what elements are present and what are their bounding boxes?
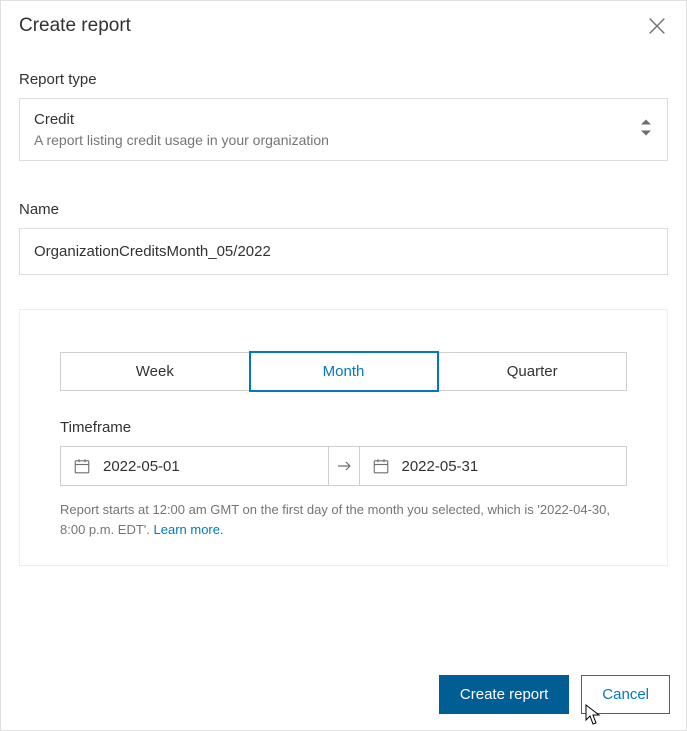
- timeframe-hint-text: Report starts at 12:00 am GMT on the fir…: [60, 502, 610, 537]
- end-date-input[interactable]: 2022-05-31: [359, 446, 628, 486]
- report-type-value: Credit: [34, 111, 622, 128]
- report-type-description: A report listing credit usage in your or…: [34, 132, 622, 148]
- timeframe-panel: Week Month Quarter Timeframe 2022-05-01: [19, 309, 668, 566]
- close-button[interactable]: [646, 15, 668, 37]
- name-input-wrap: [19, 228, 668, 275]
- dialog-footer: Create report Cancel: [1, 663, 686, 730]
- end-date-value: 2022-05-31: [402, 458, 479, 475]
- create-report-dialog: Create report Report type Credit A repor…: [0, 0, 687, 731]
- date-range-separator: [329, 446, 359, 486]
- calendar-icon: [372, 457, 390, 475]
- arrow-right-icon: [337, 461, 351, 471]
- name-input[interactable]: [20, 229, 667, 274]
- dialog-header: Create report: [1, 1, 686, 41]
- create-report-button[interactable]: Create report: [439, 675, 569, 714]
- period-option-quarter[interactable]: Quarter: [438, 352, 627, 391]
- name-label: Name: [19, 201, 668, 218]
- dialog-body: Report type Credit A report listing cred…: [1, 41, 686, 663]
- calendar-icon: [73, 457, 91, 475]
- timeframe-hint: Report starts at 12:00 am GMT on the fir…: [60, 500, 627, 539]
- dialog-title: Create report: [19, 15, 131, 37]
- report-type-select[interactable]: Credit A report listing credit usage in …: [19, 98, 668, 161]
- select-arrows-icon: [639, 117, 653, 142]
- period-option-week[interactable]: Week: [60, 352, 250, 391]
- close-icon: [646, 15, 668, 37]
- start-date-input[interactable]: 2022-05-01: [60, 446, 329, 486]
- report-type-label: Report type: [19, 71, 668, 88]
- timeframe-date-range: 2022-05-01 2022-05-31: [60, 446, 627, 486]
- period-segmented-control: Week Month Quarter: [60, 352, 627, 391]
- timeframe-label: Timeframe: [60, 419, 627, 436]
- start-date-value: 2022-05-01: [103, 458, 180, 475]
- period-option-month[interactable]: Month: [250, 352, 439, 391]
- learn-more-link[interactable]: Learn more.: [154, 522, 224, 537]
- cancel-button[interactable]: Cancel: [581, 675, 670, 714]
